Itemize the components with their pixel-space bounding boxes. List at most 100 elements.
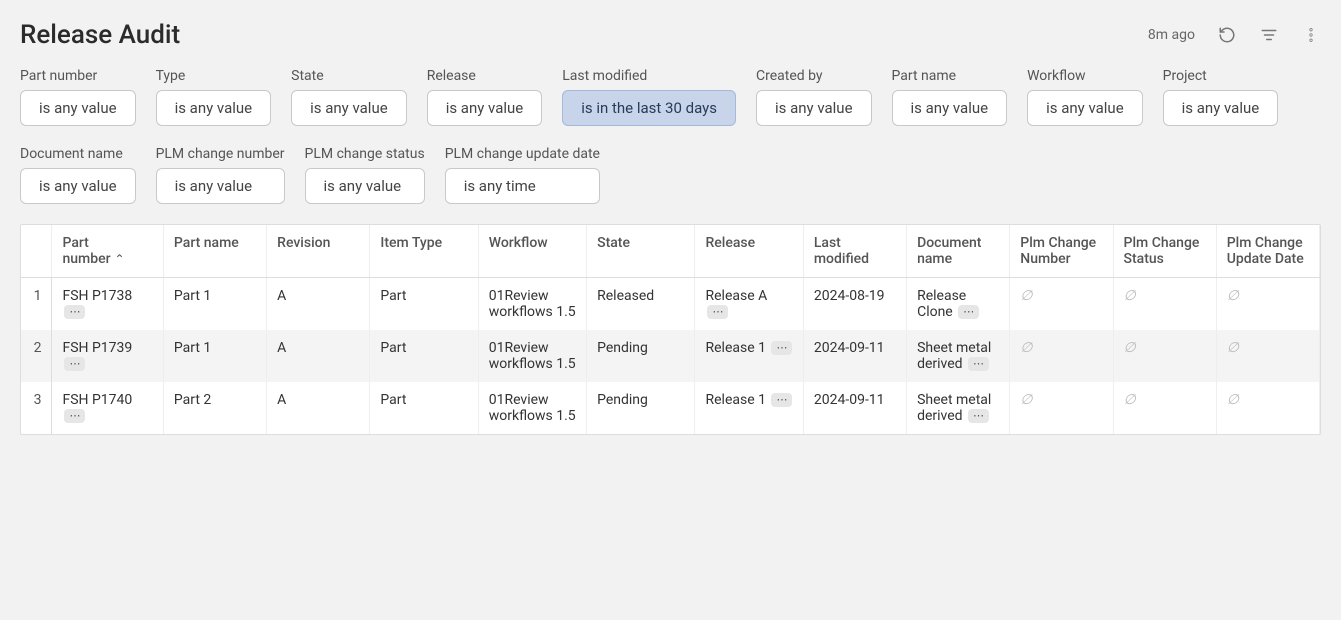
filter-pill-last-modified[interactable]: is in the last 30 days — [562, 90, 736, 126]
filter-label: Release — [427, 68, 543, 84]
results-table: Part number⌃Part nameRevisionItem TypeWo… — [21, 225, 1320, 434]
truncated-icon[interactable]: ⋯ — [958, 305, 979, 319]
table-row[interactable]: 3FSH P1740 ⋯Part 2APart01Review workflow… — [21, 382, 1320, 434]
col-header-release[interactable]: Release — [695, 225, 803, 278]
filter-label: Last modified — [562, 68, 736, 84]
filter-label: Workflow — [1027, 68, 1143, 84]
filter-pill-plm-change-number[interactable]: is any value — [156, 168, 285, 204]
filter-pill-created-by[interactable]: is any value — [756, 90, 872, 126]
cell-item-type: Part — [370, 382, 478, 434]
col-header-last_modified[interactable]: Last modified — [803, 225, 906, 278]
truncated-icon[interactable]: ⋯ — [64, 357, 85, 371]
results-table-container: Part number⌃Part nameRevisionItem TypeWo… — [20, 224, 1321, 435]
truncated-icon[interactable]: ⋯ — [64, 409, 85, 423]
cell-state: Pending — [587, 330, 695, 382]
filter-label: Document name — [20, 146, 136, 162]
cell-part-name: Part 1 — [163, 278, 266, 331]
cell-doc-name: Release Clone ⋯ — [907, 278, 1010, 331]
truncated-icon[interactable]: ⋯ — [64, 305, 85, 319]
table-row[interactable]: 1FSH P1738 ⋯Part 1APart01Review workflow… — [21, 278, 1320, 331]
col-header-item_type[interactable]: Item Type — [370, 225, 478, 278]
filter-created-by: Created byis any value — [756, 68, 872, 126]
cell-part-name: Part 1 — [163, 330, 266, 382]
filter-label: Part name — [892, 68, 1008, 84]
col-header-doc_name[interactable]: Document name — [907, 225, 1010, 278]
filter-pill-state[interactable]: is any value — [291, 90, 407, 126]
cell-release: Release 1 ⋯ — [695, 330, 803, 382]
cell-plm-update: ∅ — [1216, 330, 1319, 382]
header-actions: 8m ago — [1148, 25, 1321, 45]
filter-bar: Part numberis any valueTypeis any valueS… — [20, 68, 1321, 204]
cell-plm-number: ∅ — [1010, 330, 1113, 382]
refresh-icon[interactable] — [1217, 25, 1237, 45]
filter-label: PLM change update date — [445, 146, 600, 162]
cell-revision: A — [267, 382, 370, 434]
cell-state: Released — [587, 278, 695, 331]
cell-revision: A — [267, 330, 370, 382]
filter-last-modified: Last modified is in the last 30 days — [562, 68, 736, 126]
cell-release: Release A ⋯ — [695, 278, 803, 331]
cell-plm-number: ∅ — [1010, 382, 1113, 434]
cell-state: Pending — [587, 382, 695, 434]
filter-pill-plm-change-status[interactable]: is any value — [305, 168, 425, 204]
filter-plm-change-number: PLM change numberis any value — [156, 146, 285, 204]
page-header: Release Audit 8m ago — [20, 20, 1321, 50]
truncated-icon[interactable]: ⋯ — [707, 305, 728, 319]
filter-pill-plm-change-update[interactable]: is any time — [445, 168, 600, 204]
col-header-plm_num[interactable]: Plm Change Number — [1010, 225, 1113, 278]
col-header-part_number[interactable]: Part number⌃ — [52, 225, 163, 278]
row-index: 1 — [21, 278, 52, 331]
cell-doc-name: Sheet metal derived ⋯ — [907, 330, 1010, 382]
col-header-plm_update[interactable]: Plm Change Update Date — [1216, 225, 1319, 278]
cell-release: Release 1 ⋯ — [695, 382, 803, 434]
filter-pill-part-name[interactable]: is any value — [892, 90, 1008, 126]
filter-label: Part number — [20, 68, 136, 84]
cell-workflow: 01Review workflows 1.5 — [478, 330, 586, 382]
filter-document-name: Document name is any value — [20, 146, 136, 204]
cell-last-modified: 2024-08-19 — [803, 278, 906, 331]
filter-pill-project[interactable]: is any value — [1163, 90, 1279, 126]
table-body: 1FSH P1738 ⋯Part 1APart01Review workflow… — [21, 278, 1320, 435]
more-icon[interactable] — [1301, 25, 1321, 45]
filter-label: PLM change status — [305, 146, 425, 162]
filter-pill-release[interactable]: is any value — [427, 90, 543, 126]
col-header-revision[interactable]: Revision — [267, 225, 370, 278]
filter-pill-part-number[interactable]: is any value — [20, 90, 136, 126]
cell-plm-number: ∅ — [1010, 278, 1113, 331]
filter-pill-type[interactable]: is any value — [156, 90, 272, 126]
cell-last-modified: 2024-09-11 — [803, 382, 906, 434]
cell-workflow: 01Review workflows 1.5 — [478, 278, 586, 331]
filter-pill-document-name[interactable]: is any value — [20, 168, 136, 204]
col-header-state[interactable]: State — [587, 225, 695, 278]
cell-last-modified: 2024-09-11 — [803, 330, 906, 382]
truncated-icon[interactable]: ⋯ — [968, 357, 989, 371]
cell-plm-status: ∅ — [1113, 330, 1216, 382]
last-refreshed: 8m ago — [1148, 27, 1195, 43]
filter-part-number: Part number is any value — [20, 68, 136, 126]
filter-plm-change-update: PLM change update date is any time — [445, 146, 600, 204]
table-header-row: Part number⌃Part nameRevisionItem TypeWo… — [21, 225, 1320, 278]
page-title: Release Audit — [20, 20, 180, 50]
table-row[interactable]: 2FSH P1739 ⋯Part 1APart01Review workflow… — [21, 330, 1320, 382]
cell-plm-update: ∅ — [1216, 278, 1319, 331]
col-header-part_name[interactable]: Part name — [163, 225, 266, 278]
filter-part-name: Part name is any value — [892, 68, 1008, 126]
sort-asc-icon: ⌃ — [115, 252, 125, 266]
filter-label: State — [291, 68, 407, 84]
col-header-plm_status[interactable]: Plm Change Status — [1113, 225, 1216, 278]
filter-project: Project is any value — [1163, 68, 1279, 126]
filter-type: Typeis any value — [156, 68, 272, 126]
truncated-icon[interactable]: ⋯ — [771, 393, 792, 407]
filter-label: Project — [1163, 68, 1279, 84]
cell-plm-status: ∅ — [1113, 278, 1216, 331]
col-header-idx — [21, 225, 52, 278]
cell-part-number: FSH P1740 ⋯ — [52, 382, 163, 434]
row-index: 2 — [21, 330, 52, 382]
truncated-icon[interactable]: ⋯ — [771, 341, 792, 355]
cell-item-type: Part — [370, 330, 478, 382]
filter-icon[interactable] — [1259, 25, 1279, 45]
col-header-workflow[interactable]: Workflow — [478, 225, 586, 278]
truncated-icon[interactable]: ⋯ — [968, 409, 989, 423]
filter-pill-workflow[interactable]: is any value — [1027, 90, 1143, 126]
filter-plm-change-status: PLM change status is any value — [305, 146, 425, 204]
